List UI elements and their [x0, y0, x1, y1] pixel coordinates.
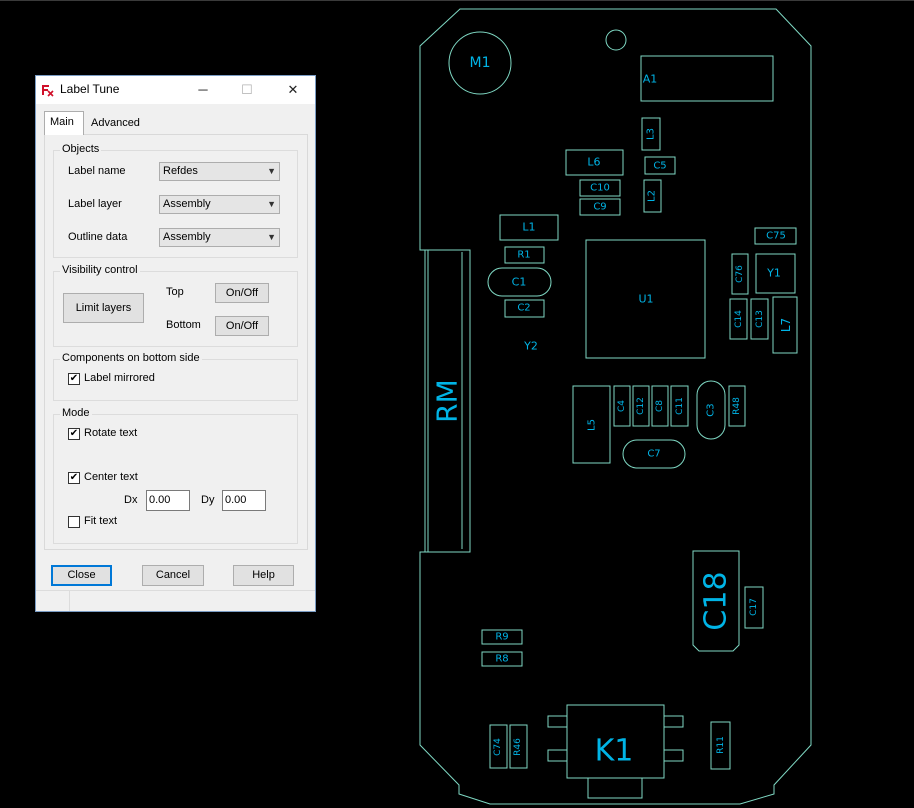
- objects-group-title: Objects: [60, 143, 102, 155]
- dx-input[interactable]: 0.00: [146, 490, 190, 511]
- fit-text-checkbox[interactable]: [68, 516, 80, 528]
- tab-main[interactable]: Main: [44, 111, 84, 135]
- label-c2: C2: [517, 303, 530, 314]
- label-m1: M1: [470, 55, 491, 71]
- visibility-group-title: Visibility control: [60, 264, 140, 276]
- mode-group-title: Mode: [60, 407, 92, 419]
- label-l3: L3: [646, 128, 657, 140]
- label-mirrored-label: Label mirrored: [84, 372, 155, 384]
- rotate-text-label: Rotate text: [84, 427, 138, 439]
- label-c3: C3: [706, 403, 717, 416]
- label-c11: C11: [675, 397, 685, 415]
- limit-layers-button[interactable]: Limit layers: [63, 293, 144, 323]
- label-name-label: Label name: [68, 165, 126, 177]
- label-l6: L6: [587, 156, 600, 169]
- k1-pad: [547, 715, 568, 728]
- rotate-text-checkbox[interactable]: ✔: [68, 428, 80, 440]
- label-c17: C17: [749, 598, 759, 616]
- label-c7: C7: [647, 449, 660, 460]
- label-r1: R1: [517, 250, 530, 261]
- k1-pad: [547, 749, 568, 762]
- close-button[interactable]: Close: [51, 565, 112, 586]
- label-c1: C1: [512, 276, 527, 289]
- label-c13: C13: [755, 310, 765, 328]
- main-tab-panel: Objects Label name Refdes ▼ Label layer …: [44, 134, 308, 550]
- label-tune-dialog: Label Tune ─ ☐ ✕ Main Advanced Objects L…: [35, 75, 316, 612]
- title-bar[interactable]: Label Tune ─ ☐ ✕: [36, 76, 315, 104]
- label-r48: R48: [732, 397, 742, 415]
- objects-group: Objects Label name Refdes ▼ Label layer …: [53, 143, 298, 258]
- label-c76: C76: [735, 265, 745, 283]
- dx-label: Dx: [124, 494, 138, 506]
- k1-tab: [587, 777, 643, 799]
- label-a1: A1: [643, 73, 658, 86]
- help-button[interactable]: Help: [233, 565, 294, 586]
- outline-data-label: Outline data: [68, 231, 128, 243]
- label-c75: C75: [766, 231, 786, 242]
- component-a1: [640, 55, 774, 102]
- dy-label: Dy: [201, 494, 215, 506]
- center-text-checkbox[interactable]: ✔: [68, 472, 80, 484]
- label-k1: K1: [595, 734, 634, 769]
- bottom-label: Bottom: [166, 319, 201, 331]
- label-l1: L1: [522, 221, 535, 234]
- label-r11: R11: [716, 736, 726, 754]
- label-mirrored-checkbox[interactable]: ✔: [68, 373, 80, 385]
- mode-group: Mode ✔ Rotate text ✔ Center text Dx 0.00…: [53, 407, 298, 544]
- label-l2: L2: [647, 190, 658, 202]
- cancel-button[interactable]: Cancel: [142, 565, 204, 586]
- label-c4: C4: [617, 400, 627, 412]
- tab-bar: Main Advanced: [44, 111, 307, 135]
- label-y2: Y2: [523, 340, 538, 353]
- k1-pad: [663, 749, 684, 762]
- minimize-button[interactable]: ─: [188, 80, 218, 100]
- dialog-title: Label Tune: [60, 82, 120, 96]
- label-c14: C14: [734, 310, 744, 328]
- label-layer-label: Label layer: [68, 198, 122, 210]
- bottom-on-off-button[interactable]: On/Off: [215, 316, 269, 336]
- label-r46: R46: [513, 738, 523, 756]
- label-layer-value: Assembly: [163, 198, 211, 210]
- fit-text-label: Fit text: [84, 515, 118, 527]
- board-outline: [419, 8, 812, 805]
- label-r8: R8: [495, 654, 508, 665]
- label-c74: C74: [493, 738, 503, 756]
- label-l7: L7: [779, 318, 793, 332]
- maximize-button[interactable]: ☐: [232, 80, 262, 100]
- bottom-side-group-title: Components on bottom side: [60, 352, 202, 364]
- dy-input[interactable]: 0.00: [222, 490, 266, 511]
- outline-data-value: Assembly: [163, 231, 211, 243]
- label-name-select[interactable]: Refdes ▼: [159, 162, 280, 181]
- label-c10: C10: [590, 183, 610, 194]
- label-c9: C9: [593, 202, 606, 213]
- fiducial: [605, 29, 627, 51]
- chevron-down-icon: ▼: [267, 166, 276, 176]
- label-y1: Y1: [766, 267, 781, 280]
- label-c8: C8: [655, 400, 665, 412]
- k1-pad: [663, 715, 684, 728]
- top-on-off-button[interactable]: On/Off: [215, 283, 269, 303]
- outline-data-select[interactable]: Assembly ▼: [159, 228, 280, 247]
- center-text-label: Center text: [84, 471, 138, 483]
- label-rm: RM: [431, 379, 464, 423]
- bottom-side-group: Components on bottom side ✔ Label mirror…: [53, 352, 298, 401]
- status-bar-divider: [69, 591, 70, 611]
- top-label: Top: [166, 286, 184, 298]
- tab-advanced[interactable]: Advanced: [86, 113, 147, 134]
- label-name-value: Refdes: [163, 165, 198, 177]
- close-window-button[interactable]: ✕: [278, 80, 308, 100]
- app-icon: [40, 83, 54, 97]
- label-l5: L5: [587, 419, 598, 431]
- visibility-group: Visibility control Limit layers Top On/O…: [53, 264, 298, 347]
- label-layer-select[interactable]: Assembly ▼: [159, 195, 280, 214]
- label-r9: R9: [495, 632, 508, 643]
- label-c18: C18: [699, 571, 734, 630]
- chevron-down-icon: ▼: [267, 199, 276, 209]
- label-c5: C5: [653, 161, 666, 172]
- chevron-down-icon: ▼: [267, 232, 276, 242]
- status-bar: [36, 590, 315, 611]
- label-u1: U1: [638, 293, 653, 306]
- label-c12: C12: [636, 397, 646, 415]
